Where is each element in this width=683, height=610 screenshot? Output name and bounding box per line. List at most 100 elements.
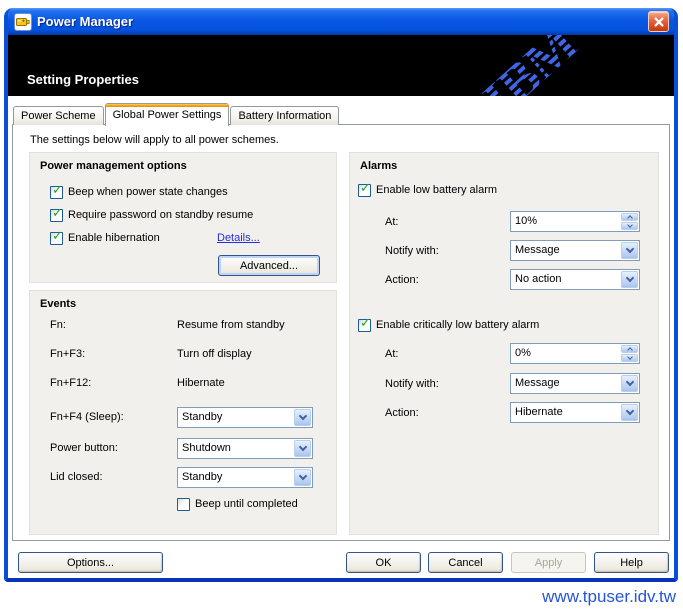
check-icon: ✓ (52, 183, 63, 198)
require-password-checkbox[interactable]: ✓ (50, 209, 63, 222)
checkbox-label: Enable critically low battery alarm (376, 319, 539, 331)
tab-page: The settings below will apply to all pow… (12, 124, 670, 541)
tab-label: Global Power Settings (113, 109, 222, 121)
tab-label: Power Scheme (21, 110, 96, 122)
close-icon (653, 16, 665, 28)
checkbox-label: Beep when power state changes (68, 186, 228, 198)
action-label: Action: (385, 407, 419, 419)
panel-title: Power management options (40, 160, 187, 172)
select-value: Message (511, 374, 620, 393)
intro-text: The settings below will apply to all pow… (30, 134, 279, 146)
critical-alarm-at-spinner[interactable]: 0% (510, 343, 640, 364)
at-label: At: (385, 216, 398, 228)
dialog-footer: Options... OK Cancel Apply Help (8, 545, 674, 578)
fn-f4-sleep-select[interactable]: Standby (177, 407, 313, 428)
beep-power-state-checkbox[interactable]: ✓ (50, 186, 63, 199)
window-title: Power Manager (37, 14, 133, 29)
select-value: Hibernate (511, 403, 620, 422)
options-button[interactable]: Options... (18, 552, 163, 573)
chevron-down-icon[interactable] (621, 375, 638, 392)
tab-power-scheme[interactable]: Power Scheme (13, 106, 104, 125)
screenshot-root: Power Manager Setting Properties IBM (0, 0, 683, 610)
chevron-down-icon[interactable] (621, 242, 638, 259)
event-label: Lid closed: (50, 471, 103, 483)
button-label: Advanced... (240, 260, 298, 272)
select-value: Shutdown (178, 439, 293, 458)
spinner-value: 10% (511, 212, 620, 231)
enable-critically-low-battery-alarm-checkbox[interactable]: ✓ (358, 319, 371, 332)
watermark-text: www.tpuser.idv.tw (542, 587, 676, 607)
active-tab-accent (105, 104, 230, 107)
spinner-down-icon[interactable] (621, 354, 638, 362)
power-button-select[interactable]: Shutdown (177, 438, 313, 459)
button-label: Help (620, 557, 643, 569)
apply-button: Apply (511, 552, 586, 573)
checkbox-label: Enable low battery alarm (376, 184, 497, 196)
beep-until-completed-checkbox[interactable]: ✓ (177, 498, 190, 511)
enable-hibernation-checkbox[interactable]: ✓ (50, 232, 63, 245)
checkbox-label: Enable hibernation (68, 232, 160, 244)
ok-button[interactable]: OK (346, 552, 421, 573)
chevron-down-icon[interactable] (621, 271, 638, 288)
spinner-up-icon[interactable] (621, 213, 638, 221)
chevron-down-icon[interactable] (294, 469, 311, 486)
notify-with-label: Notify with: (385, 378, 439, 390)
cancel-button[interactable]: Cancel (428, 552, 503, 573)
close-button[interactable] (648, 11, 669, 32)
event-label: Power button: (50, 442, 118, 454)
dialog-content: Power Scheme Global Power Settings Batte… (8, 96, 674, 545)
select-value: Standby (178, 468, 293, 487)
check-icon: ✓ (360, 181, 371, 196)
action-label: Action: (385, 274, 419, 286)
battery-icon (14, 13, 32, 31)
spinner-up-icon[interactable] (621, 345, 638, 353)
event-value: Resume from standby (177, 319, 285, 331)
at-label: At: (385, 348, 398, 360)
low-alarm-action-select[interactable]: No action (510, 269, 640, 290)
spinner-down-icon[interactable] (621, 222, 638, 230)
check-icon: ✓ (52, 206, 63, 221)
event-label: Fn: (50, 319, 66, 331)
button-label: OK (376, 557, 392, 569)
check-icon: ✓ (52, 229, 63, 244)
header-banner: Setting Properties IBM (8, 35, 674, 96)
alarms-panel: Alarms ✓ Enable low battery alarm At: 10… (349, 152, 659, 535)
checkbox-label: Require password on standby resume (68, 209, 253, 221)
tab-global-power-settings[interactable]: Global Power Settings (105, 103, 230, 126)
enable-low-battery-alarm-checkbox[interactable]: ✓ (358, 184, 371, 197)
chevron-down-icon[interactable] (621, 404, 638, 421)
check-icon: ✓ (360, 316, 371, 331)
event-label: Fn+F3: (50, 348, 85, 360)
events-panel: Events Fn: Resume from standby Fn+F3: Tu… (29, 290, 337, 535)
titlebar[interactable]: Power Manager (8, 8, 674, 35)
advanced-button[interactable]: Advanced... (218, 255, 320, 276)
ibm-logo: IBM (470, 35, 625, 96)
checkbox-label: Beep until completed (195, 498, 298, 510)
event-label: Fn+F4 (Sleep): (50, 411, 124, 423)
low-alarm-at-spinner[interactable]: 10% (510, 211, 640, 232)
critical-alarm-notify-select[interactable]: Message (510, 373, 640, 394)
event-label: Fn+F12: (50, 377, 91, 389)
tab-battery-information[interactable]: Battery Information (230, 106, 339, 125)
button-label: Cancel (448, 557, 482, 569)
notify-with-label: Notify with: (385, 245, 439, 257)
tab-strip: Power Scheme Global Power Settings Batte… (13, 102, 340, 125)
power-manager-window: Power Manager Setting Properties IBM (4, 8, 678, 582)
select-value: Standby (178, 408, 293, 427)
select-value: Message (511, 241, 620, 260)
lid-closed-select[interactable]: Standby (177, 467, 313, 488)
ibm-logo-text: IBM (471, 35, 589, 96)
tab-label: Battery Information (238, 110, 331, 122)
help-button[interactable]: Help (594, 552, 669, 573)
power-management-options-panel: Power management options ✓ Beep when pow… (29, 152, 337, 283)
details-link[interactable]: Details... (217, 232, 260, 244)
low-alarm-notify-select[interactable]: Message (510, 240, 640, 261)
page-title: Setting Properties (27, 72, 139, 87)
chevron-down-icon[interactable] (294, 409, 311, 426)
chevron-down-icon[interactable] (294, 440, 311, 457)
spinner-value: 0% (511, 344, 620, 363)
event-value: Hibernate (177, 377, 225, 389)
panel-title: Alarms (360, 160, 397, 172)
button-label: Options... (67, 557, 114, 569)
critical-alarm-action-select[interactable]: Hibernate (510, 402, 640, 423)
